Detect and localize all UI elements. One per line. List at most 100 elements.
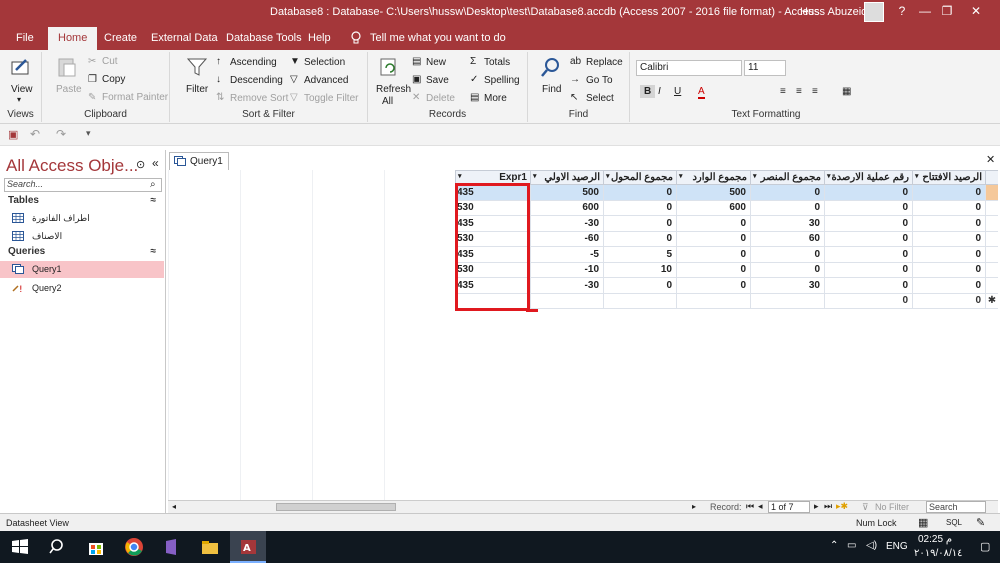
ascending-button[interactable]: Ascending bbox=[230, 57, 277, 68]
cell[interactable]: 60 bbox=[750, 230, 825, 247]
cell[interactable]: 0 bbox=[824, 215, 913, 232]
next-record-icon[interactable]: ▸ bbox=[814, 501, 819, 512]
column-header[interactable]: ▾ مجموع المحول bbox=[603, 170, 677, 185]
windows-start-icon[interactable] bbox=[10, 537, 30, 557]
prev-record-icon[interactable]: ◂ bbox=[758, 501, 763, 512]
record-search-input[interactable]: Search bbox=[926, 501, 986, 513]
cell[interactable]: 500 bbox=[676, 184, 751, 201]
copy-button[interactable]: Copy bbox=[102, 74, 125, 85]
tab-external-data[interactable]: External Data bbox=[151, 32, 218, 44]
cell[interactable]: 0 bbox=[912, 184, 986, 201]
selection-button[interactable]: Selection bbox=[304, 57, 345, 68]
cell[interactable]: 0 bbox=[603, 230, 677, 247]
more-button[interactable]: More bbox=[484, 93, 507, 104]
cell[interactable]: 0 bbox=[676, 246, 751, 263]
nav-menu-icon[interactable]: ⊙ bbox=[136, 158, 145, 171]
tray-chevron-icon[interactable]: ⌃ bbox=[830, 540, 838, 551]
cell[interactable]: 0 bbox=[676, 215, 751, 232]
record-selector[interactable] bbox=[985, 261, 998, 278]
cell[interactable]: 0 bbox=[912, 277, 986, 294]
cell[interactable] bbox=[750, 292, 825, 309]
cell[interactable]: 0 bbox=[603, 199, 677, 216]
sql-view-button[interactable]: SQL bbox=[946, 518, 962, 527]
select-button[interactable]: Select bbox=[586, 93, 614, 104]
cell[interactable]: 600 bbox=[676, 199, 751, 216]
cell[interactable]: 0 bbox=[603, 184, 677, 201]
avatar[interactable] bbox=[864, 2, 884, 22]
record-selector[interactable] bbox=[985, 215, 998, 232]
cell[interactable] bbox=[676, 292, 751, 309]
collapse-section-icon[interactable]: ≈ bbox=[151, 195, 157, 206]
nav-section-tables[interactable]: Tables ≈ bbox=[0, 195, 164, 210]
nav-item-query2[interactable]: ! Query2 bbox=[0, 280, 164, 297]
cell[interactable]: 10 bbox=[603, 261, 677, 278]
tab-home[interactable]: Home bbox=[48, 27, 98, 50]
cell[interactable]: 0 bbox=[750, 199, 825, 216]
cell[interactable]: 0 bbox=[824, 199, 913, 216]
align-center-icon[interactable]: ≡ bbox=[796, 86, 802, 97]
record-selector[interactable] bbox=[985, 199, 998, 216]
save-icon[interactable]: ▣ bbox=[8, 128, 18, 141]
replace-button[interactable]: Replace bbox=[586, 57, 623, 68]
cell[interactable]: 435 bbox=[455, 277, 531, 294]
cell[interactable]: -30 bbox=[530, 277, 604, 294]
goto-button[interactable]: Go To bbox=[586, 75, 613, 86]
cell[interactable]: 0 bbox=[912, 215, 986, 232]
table-row[interactable]: 530 -10 10 0 0 0 0 bbox=[455, 261, 998, 278]
cell[interactable]: 0 bbox=[603, 277, 677, 294]
cell[interactable]: 5 bbox=[603, 246, 677, 263]
chrome-icon[interactable] bbox=[124, 537, 144, 557]
nav-search-input[interactable]: Search... bbox=[4, 178, 162, 192]
cell[interactable]: -30 bbox=[530, 215, 604, 232]
new-record-row[interactable]: 0 0 ✱ bbox=[455, 292, 998, 309]
close-document-icon[interactable]: ✕ bbox=[986, 153, 995, 166]
refresh-all-button[interactable]: All bbox=[382, 96, 393, 107]
cell[interactable]: 30 bbox=[750, 215, 825, 232]
cell[interactable]: 0 bbox=[603, 215, 677, 232]
close-button[interactable]: ✕ bbox=[966, 4, 986, 18]
column-header[interactable]: ▾ الرصيد الافتتاح bbox=[912, 170, 986, 185]
column-header[interactable]: ▾ الرصيد الاولي bbox=[530, 170, 604, 185]
cell[interactable]: 600 bbox=[530, 199, 604, 216]
store-icon[interactable] bbox=[86, 537, 106, 557]
cell[interactable]: 0 bbox=[824, 261, 913, 278]
cell[interactable]: 0 bbox=[824, 246, 913, 263]
tab-database-tools[interactable]: Database Tools bbox=[226, 32, 302, 44]
chevron-down-icon[interactable]: ▾ bbox=[17, 95, 21, 104]
cell[interactable] bbox=[603, 292, 677, 309]
nav-item-table[interactable]: اطراف الفاتورة bbox=[0, 210, 164, 227]
clock-time[interactable]: 02:25 م bbox=[918, 534, 952, 545]
new-record-nav-icon[interactable]: ▸✱ bbox=[836, 501, 848, 512]
cell[interactable]: 0 bbox=[912, 199, 986, 216]
toggle-filter-button[interactable]: Toggle Filter bbox=[304, 93, 358, 104]
nav-title[interactable]: All Access Obje... bbox=[6, 156, 138, 176]
cell[interactable]: -60 bbox=[530, 230, 604, 247]
scroll-left-icon[interactable]: ◂ bbox=[172, 502, 176, 511]
cell[interactable]: 530 bbox=[455, 230, 531, 247]
paste-button[interactable]: Paste bbox=[56, 84, 82, 95]
cell[interactable]: 435 bbox=[455, 246, 531, 263]
record-selector[interactable] bbox=[985, 246, 998, 263]
cell[interactable]: 0 bbox=[912, 230, 986, 247]
descending-button[interactable]: Descending bbox=[230, 75, 283, 86]
column-header[interactable]: ▾ رقم عملية الارصدة bbox=[824, 170, 913, 185]
remove-sort-button[interactable]: Remove Sort bbox=[230, 93, 288, 104]
file-explorer-icon[interactable] bbox=[200, 537, 220, 557]
current-record-input[interactable]: 1 of 7 bbox=[768, 501, 810, 513]
nav-section-queries[interactable]: Queries ≈ bbox=[0, 246, 164, 261]
undo-icon[interactable]: ↶ bbox=[30, 127, 40, 141]
network-icon[interactable]: ▭ bbox=[847, 540, 856, 551]
font-size-select[interactable]: 11 bbox=[744, 60, 786, 76]
cell[interactable]: 0 bbox=[750, 261, 825, 278]
cell[interactable]: 0 bbox=[676, 277, 751, 294]
spelling-button[interactable]: Spelling bbox=[484, 75, 520, 86]
cell[interactable]: 0 bbox=[824, 230, 913, 247]
delete-button[interactable]: Delete bbox=[426, 93, 455, 104]
cell[interactable] bbox=[530, 292, 604, 309]
nav-item-table[interactable]: الاصناف bbox=[0, 228, 164, 245]
table-row[interactable]: 435 -5 5 0 0 0 0 bbox=[455, 246, 998, 263]
advanced-button[interactable]: Advanced bbox=[304, 75, 348, 86]
datasheet-view-icon[interactable]: ▦ bbox=[918, 516, 928, 529]
tab-query1[interactable]: Query1 bbox=[169, 152, 229, 170]
cell[interactable]: 0 bbox=[912, 261, 986, 278]
